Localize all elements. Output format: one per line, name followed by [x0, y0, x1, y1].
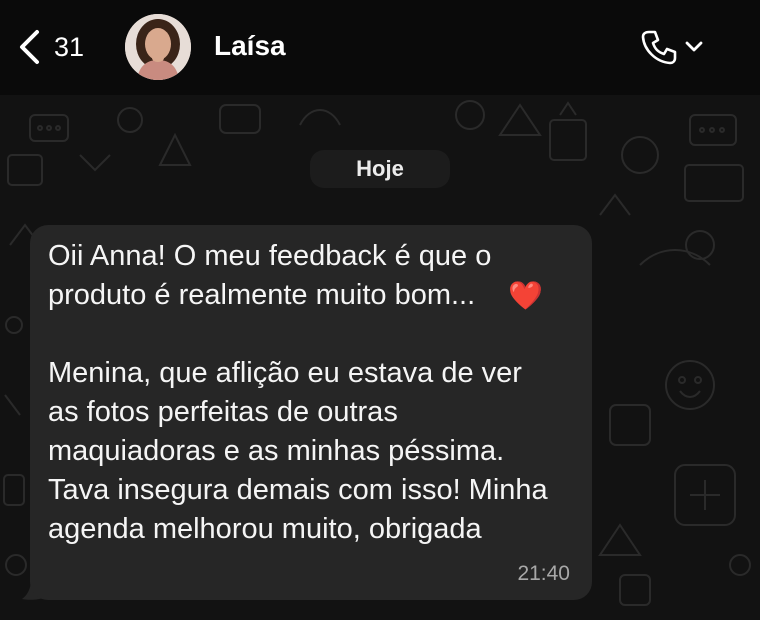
profile-photo	[125, 14, 191, 80]
message-body: Oii Anna! O meu feedback é que o produto…	[48, 240, 548, 545]
avatar[interactable]	[125, 14, 191, 80]
heart-emoji: ❤️	[508, 280, 543, 311]
date-separator: Hoje	[310, 150, 450, 188]
chat-area[interactable]: Hoje Oii Anna! O meu feedback é que o pr…	[0, 95, 760, 620]
message-text: Oii Anna! O meu feedback é que o produto…	[48, 237, 588, 549]
unread-count: 31	[54, 31, 85, 62]
contact-name[interactable]: Laísa	[214, 30, 286, 62]
message-bubble[interactable]: Oii Anna! O meu feedback é que o produto…	[30, 225, 592, 600]
message-timestamp: 21:40	[517, 562, 570, 585]
chevron-down-icon	[685, 41, 703, 52]
call-button[interactable]	[640, 28, 704, 66]
phone-icon	[641, 30, 677, 65]
chevron-left-icon	[20, 30, 39, 64]
back-button[interactable]: 31	[18, 22, 84, 72]
chat-header: 31 Laísa	[0, 0, 760, 95]
